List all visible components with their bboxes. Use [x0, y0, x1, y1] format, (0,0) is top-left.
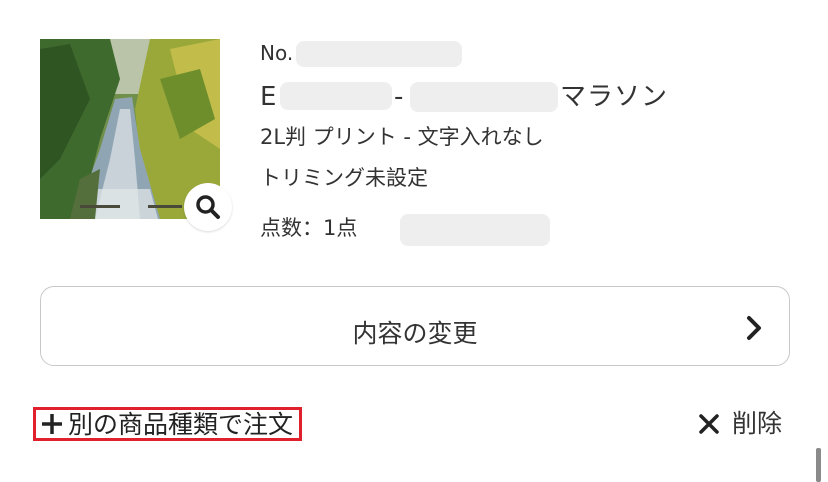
plus-icon — [42, 414, 62, 434]
delete-button[interactable]: 削除 — [698, 411, 782, 436]
item-title-suffix: マラソン — [560, 82, 669, 112]
delete-label: 削除 — [732, 409, 783, 438]
order-other-product-link[interactable]: 別の商品種類で注文 — [33, 407, 303, 441]
item-title-prefix: E — [260, 82, 277, 112]
change-contents-label: 内容の変更 — [352, 319, 478, 348]
trimming-status: トリミング未設定 — [260, 166, 428, 190]
quantity-label: 点数：1点 — [260, 216, 358, 240]
zoom-button[interactable] — [184, 183, 232, 231]
order-number-label: No. — [260, 41, 294, 65]
redacted-order-number — [296, 41, 462, 67]
change-contents-button[interactable]: 内容の変更 — [40, 286, 790, 366]
item-title-separator: - — [394, 82, 404, 112]
order-other-product-label: 別の商品種類で注文 — [68, 409, 294, 439]
search-icon — [196, 195, 220, 219]
redacted-title-part-1 — [280, 82, 392, 110]
chevron-right-icon — [747, 316, 761, 340]
redacted-title-part-2 — [410, 82, 558, 112]
close-icon — [699, 413, 719, 434]
scrollbar-thumb[interactable] — [816, 448, 821, 482]
redacted-price — [400, 214, 550, 246]
print-spec: 2L判 プリント - 文字入れなし — [260, 125, 544, 149]
